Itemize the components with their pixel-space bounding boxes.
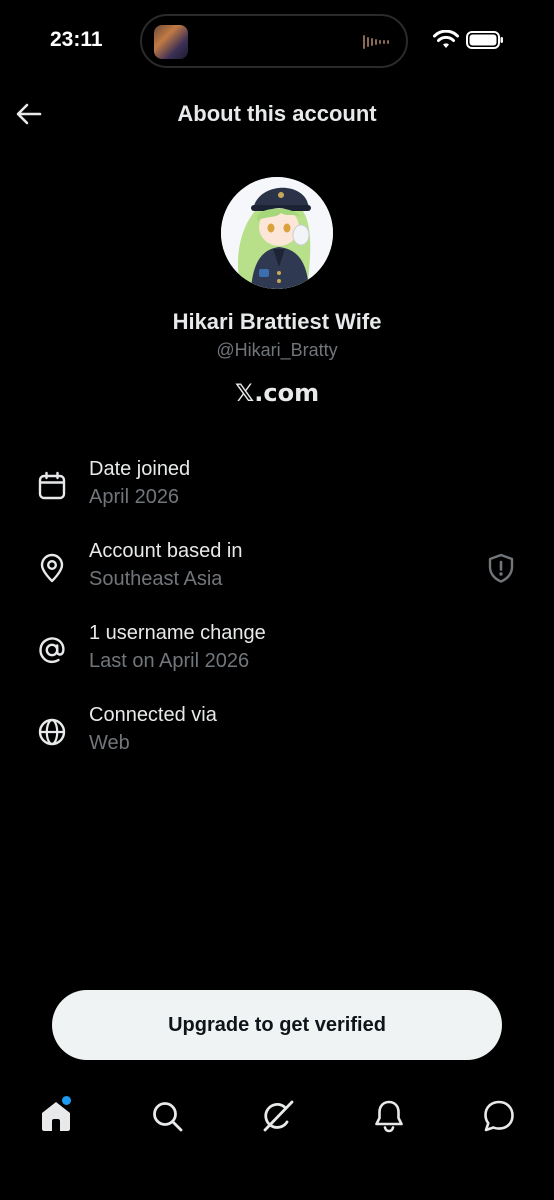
info-row-date-joined: Date joined April 2026 bbox=[0, 458, 554, 518]
info-value: Last on April 2026 bbox=[89, 650, 250, 672]
calendar-icon bbox=[38, 471, 66, 500]
notifications-bell-icon[interactable] bbox=[371, 1098, 407, 1134]
avatar-illustration bbox=[221, 177, 333, 289]
now-playing-artwork bbox=[154, 25, 188, 59]
platform-label: 𝕏.com bbox=[234, 379, 320, 407]
battery-icon bbox=[466, 31, 503, 49]
search-icon[interactable] bbox=[149, 1098, 185, 1134]
wifi-icon bbox=[433, 30, 459, 48]
audio-waveform-icon bbox=[363, 35, 389, 49]
info-value: Southeast Asia bbox=[89, 568, 223, 590]
info-row-connected-via: Connected via Web bbox=[0, 704, 554, 764]
grok-icon[interactable] bbox=[260, 1098, 296, 1134]
info-value: April 2026 bbox=[89, 486, 180, 508]
display-name: Hikari Brattiest Wife bbox=[172, 309, 382, 334]
notification-badge bbox=[62, 1096, 71, 1105]
messages-icon[interactable] bbox=[481, 1098, 517, 1134]
username-handle: @Hikari_Bratty bbox=[216, 340, 338, 360]
at-sign-icon bbox=[39, 637, 65, 664]
info-label: Connected via bbox=[89, 704, 217, 726]
info-label: Date joined bbox=[89, 458, 191, 480]
location-pin-icon bbox=[40, 553, 64, 583]
info-row-account-based-in: Account based in Southeast Asia bbox=[0, 540, 554, 600]
status-time: 23:11 bbox=[50, 28, 103, 51]
globe-icon bbox=[38, 718, 66, 746]
avatar[interactable] bbox=[221, 177, 333, 289]
page-title: About this account bbox=[177, 101, 377, 126]
upgrade-verified-button[interactable]: Upgrade to get verified bbox=[52, 990, 502, 1060]
dynamic-island[interactable] bbox=[140, 14, 408, 68]
info-row-username-change: 1 username change Last on April 2026 bbox=[0, 622, 554, 682]
info-label: 1 username change bbox=[89, 622, 266, 644]
info-label: Account based in bbox=[89, 540, 243, 562]
info-value: Web bbox=[89, 732, 130, 754]
shield-icon[interactable] bbox=[486, 552, 516, 584]
